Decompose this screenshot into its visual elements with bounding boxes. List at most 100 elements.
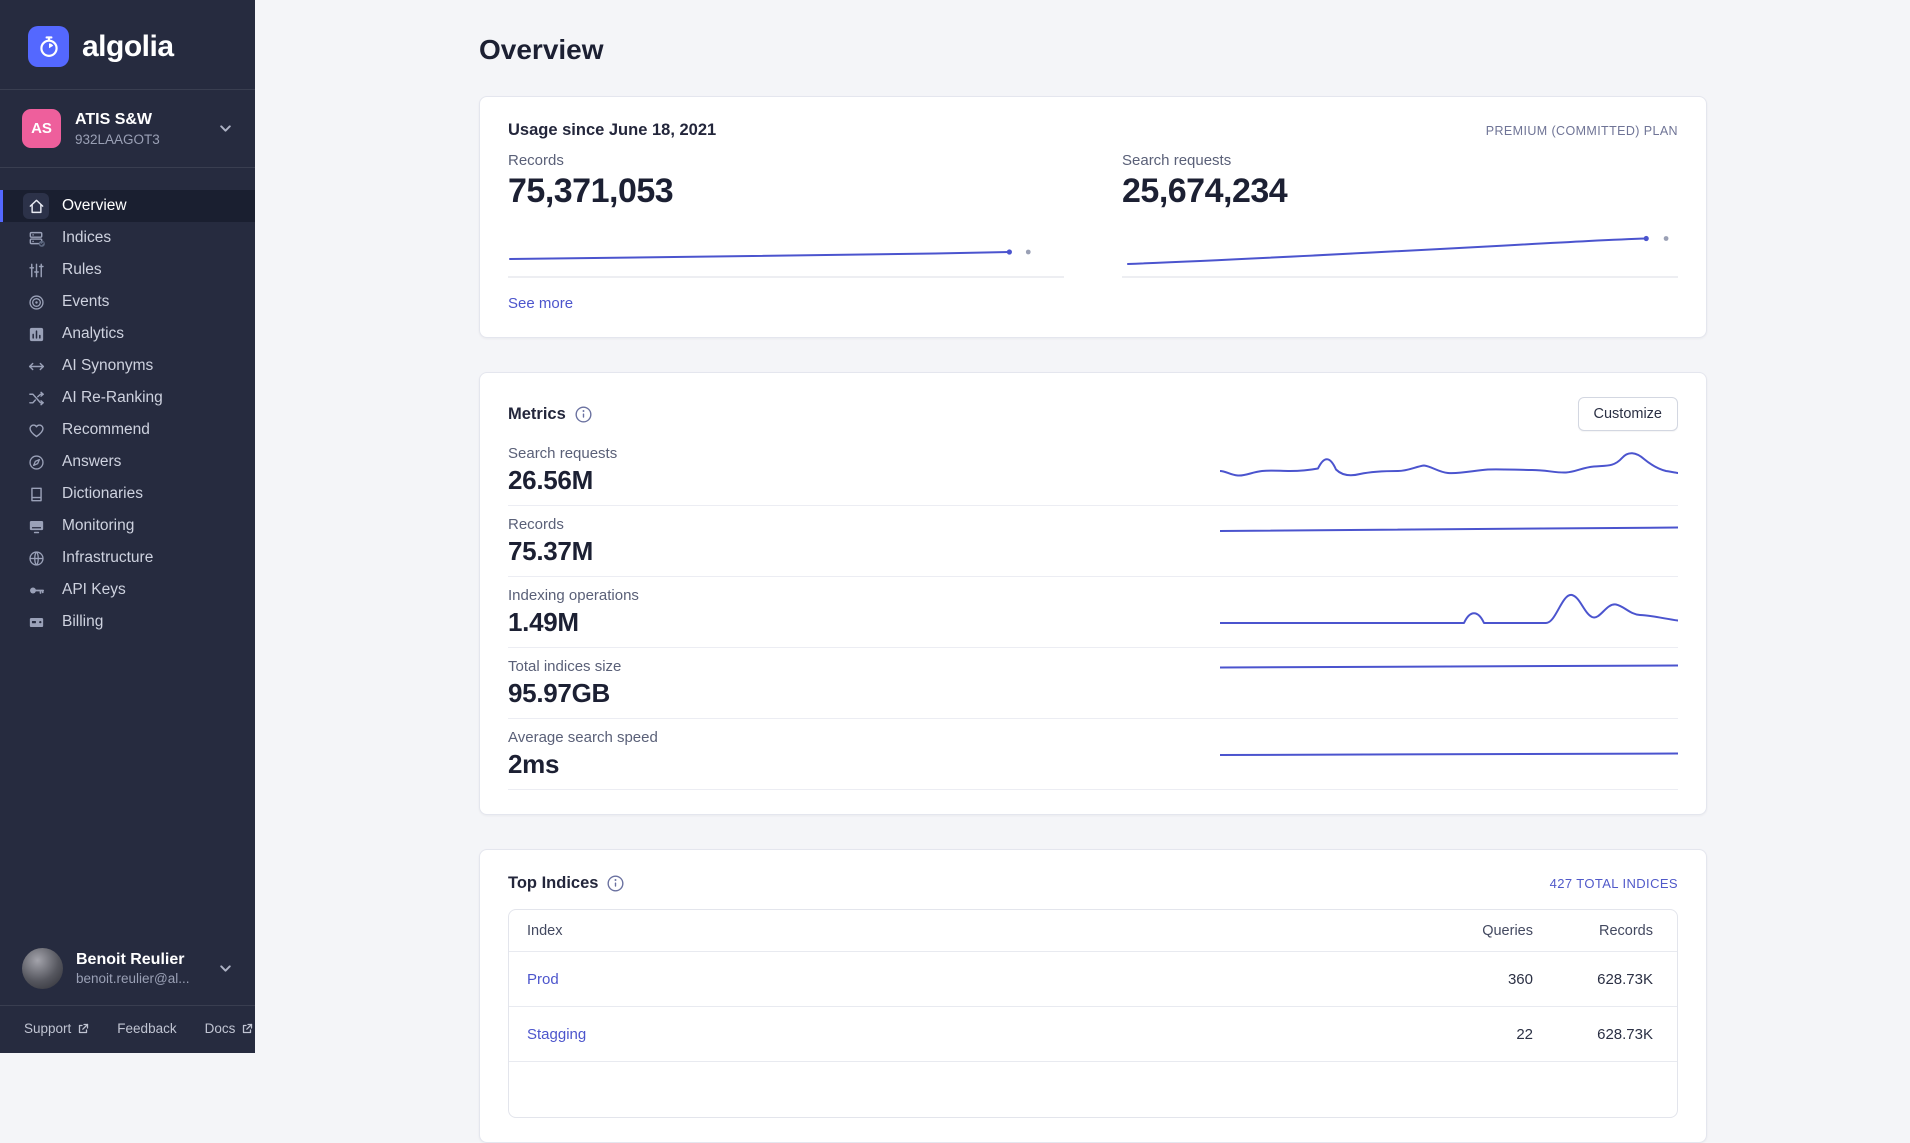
shuffle-icon — [23, 385, 49, 411]
sidebar-footer: Support Feedback Docs — [0, 1005, 255, 1053]
stat-value: 25,674,234 — [1122, 172, 1678, 211]
docs-link-label: Docs — [205, 1021, 236, 1036]
usage-search-stat: Search requests 25,674,234 — [1122, 152, 1678, 281]
sidebar-item-answers[interactable]: Answers — [0, 446, 255, 478]
globe-icon — [23, 545, 49, 571]
column-header-queries: Queries — [1413, 923, 1533, 939]
metric-value: 26.56M — [508, 465, 617, 496]
sidebar-item-indices[interactable]: Indices — [0, 222, 255, 254]
sidebar-item-overview[interactable]: Overview — [0, 190, 255, 222]
search-requests-metric-sparkline — [1220, 444, 1678, 496]
external-link-icon — [77, 1023, 89, 1035]
feedback-link-label: Feedback — [117, 1021, 176, 1036]
target-icon — [23, 289, 49, 315]
sidebar-nav: Overview Indices Rules Even — [0, 168, 255, 932]
sidebar-item-label: Events — [62, 293, 109, 311]
sidebar-item-analytics[interactable]: Analytics — [0, 318, 255, 350]
average-search-speed-sparkline — [1220, 728, 1678, 780]
sidebar-item-billing[interactable]: Billing — [0, 606, 255, 638]
records-metric-sparkline — [1220, 515, 1678, 567]
user-avatar — [22, 948, 63, 989]
stat-value: 75,371,053 — [508, 172, 1064, 211]
info-icon[interactable] — [575, 406, 592, 423]
see-more-link[interactable]: See more — [508, 295, 573, 312]
sidebar-item-rules[interactable]: Rules — [0, 254, 255, 286]
index-link-prod[interactable]: Prod — [527, 971, 559, 988]
usage-records-stat: Records 75,371,053 — [508, 152, 1064, 281]
metric-label: Average search speed — [508, 729, 658, 746]
sidebar-item-dictionaries[interactable]: Dictionaries — [0, 478, 255, 510]
metric-row-indexing-operations: Indexing operations 1.49M — [508, 577, 1678, 648]
records-cell: 628.73K — [1533, 971, 1653, 988]
sidebar-item-label: Billing — [62, 613, 103, 631]
records-sparkline — [508, 219, 1064, 281]
metrics-card: Metrics Customize Search requests 26.56M… — [479, 372, 1707, 815]
plan-badge: PREMIUM (COMMITTED) PLAN — [1486, 124, 1678, 138]
sidebar-item-label: Recommend — [62, 421, 150, 439]
sidebar-item-ai-synonyms[interactable]: AI Synonyms — [0, 350, 255, 382]
metric-value: 1.49M — [508, 607, 639, 638]
algolia-logo: algolia — [0, 0, 255, 89]
algolia-stopwatch-icon — [28, 26, 69, 67]
sidebar-item-label: Dictionaries — [62, 485, 143, 503]
stat-label: Records — [508, 152, 1064, 169]
sidebar-item-events[interactable]: Events — [0, 286, 255, 318]
metric-value: 2ms — [508, 749, 658, 780]
indices-icon — [23, 225, 49, 251]
info-icon[interactable] — [607, 875, 624, 892]
external-link-icon — [241, 1023, 253, 1035]
sidebar-item-label: Rules — [62, 261, 102, 279]
sidebar-item-monitoring[interactable]: Monitoring — [0, 510, 255, 542]
metric-row-average-search-speed: Average search speed 2ms — [508, 719, 1678, 790]
metric-label: Total indices size — [508, 658, 621, 675]
docs-link[interactable]: Docs — [205, 1021, 254, 1036]
org-selector[interactable]: AS ATIS S&W 932LAAGOT3 — [0, 89, 255, 168]
sidebar-item-label: Answers — [62, 453, 121, 471]
sidebar-item-api-keys[interactable]: API Keys — [0, 574, 255, 606]
support-link[interactable]: Support — [24, 1021, 89, 1036]
main-content: Overview Usage since June 18, 2021 PREMI… — [255, 0, 1910, 1053]
metric-label: Records — [508, 516, 593, 533]
top-indices-title: Top Indices — [508, 874, 598, 893]
column-header-records: Records — [1533, 923, 1653, 939]
column-header-index: Index — [509, 923, 1413, 939]
chevron-down-icon — [218, 121, 233, 136]
usage-card: Usage since June 18, 2021 PREMIUM (COMMI… — [479, 96, 1707, 338]
metric-label: Search requests — [508, 445, 617, 462]
search-requests-sparkline — [1122, 219, 1678, 281]
sidebar-item-label: Analytics — [62, 325, 124, 343]
sidebar-item-ai-re-ranking[interactable]: AI Re-Ranking — [0, 382, 255, 414]
records-cell: 628.73K — [1533, 1026, 1653, 1043]
compass-icon — [23, 449, 49, 475]
usage-card-title: Usage since June 18, 2021 — [508, 121, 716, 140]
table-header-row: Index Queries Records — [509, 910, 1677, 952]
sidebar-item-label: API Keys — [62, 581, 126, 599]
table-row: Prod 360 628.73K — [509, 952, 1677, 1007]
metric-row-search-requests: Search requests 26.56M — [508, 435, 1678, 506]
top-indices-card: Top Indices 427 TOTAL INDICES Index Quer… — [479, 849, 1707, 1143]
user-email: benoit.reulier@al... — [76, 971, 190, 986]
total-indices-count: 427 TOTAL INDICES — [1550, 876, 1678, 891]
index-link-stagging[interactable]: Stagging — [527, 1026, 586, 1043]
sidebar-item-label: AI Re-Ranking — [62, 389, 163, 407]
support-link-label: Support — [24, 1021, 71, 1036]
monitor-icon — [23, 513, 49, 539]
customize-button[interactable]: Customize — [1578, 397, 1679, 431]
arrows-horizontal-icon — [23, 353, 49, 379]
sidebar-item-label: Indices — [62, 229, 111, 247]
sidebar-item-label: Infrastructure — [62, 549, 153, 567]
sidebar-item-label: Monitoring — [62, 517, 134, 535]
sidebar-item-label: Overview — [62, 197, 127, 215]
top-indices-table: Index Queries Records Prod 360 628.73K S… — [508, 909, 1678, 1118]
sidebar-item-infrastructure[interactable]: Infrastructure — [0, 542, 255, 574]
org-name: ATIS S&W — [75, 111, 160, 129]
user-menu[interactable]: Benoit Reulier benoit.reulier@al... — [0, 932, 255, 1005]
feedback-link[interactable]: Feedback — [117, 1021, 176, 1036]
sidebar-item-recommend[interactable]: Recommend — [0, 414, 255, 446]
indexing-operations-sparkline — [1220, 586, 1678, 638]
table-row: Stagging 22 628.73K — [509, 1007, 1677, 1062]
heart-icon — [23, 417, 49, 443]
sliders-icon — [23, 257, 49, 283]
metric-label: Indexing operations — [508, 587, 639, 604]
metric-value: 75.37M — [508, 536, 593, 567]
